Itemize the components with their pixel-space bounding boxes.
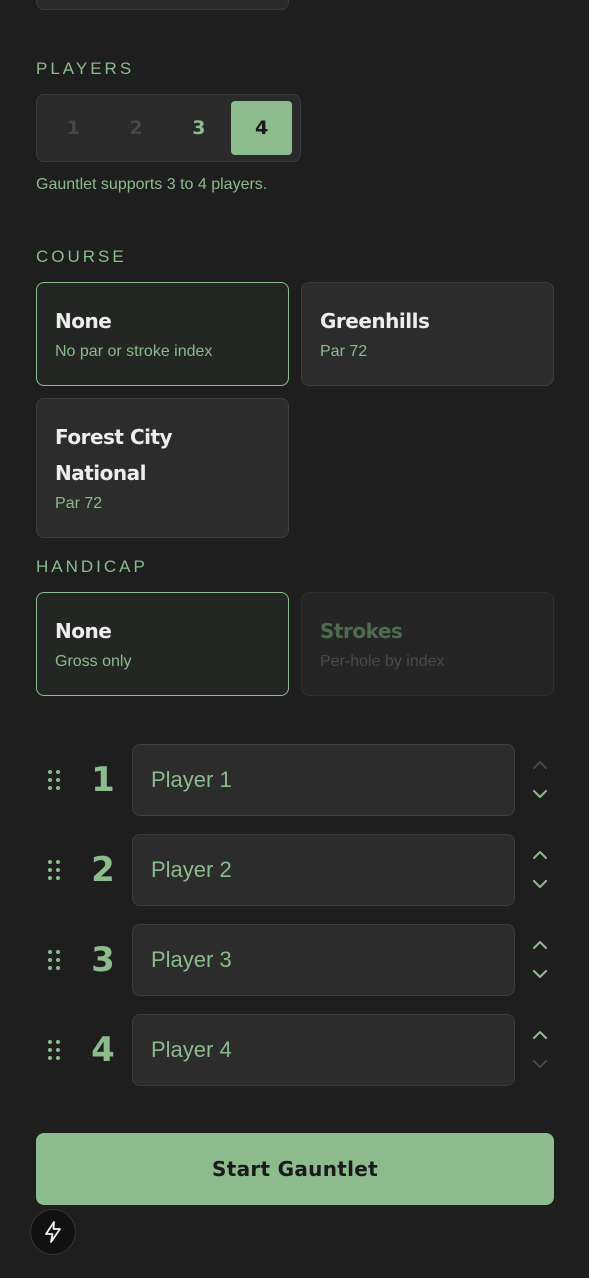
lightning-bolt-icon[interactable] — [30, 1209, 76, 1255]
player-name-input-4[interactable] — [132, 1014, 515, 1086]
handicap-option-subtitle: Per-hole by index — [320, 653, 445, 670]
chevron-down-icon[interactable] — [530, 786, 550, 802]
chevron-down-icon[interactable] — [530, 876, 550, 892]
course-option-title: Greenhills — [320, 309, 430, 333]
grip-dots-icon[interactable] — [48, 1040, 60, 1060]
chevron-down-icon[interactable] — [530, 1056, 550, 1072]
course-option-title-line2: National — [55, 461, 146, 485]
course-option-subtitle: Par 72 — [320, 343, 368, 360]
player-row-4: 4 — [36, 1014, 554, 1086]
previous-field-edge — [36, 0, 289, 10]
course-option-subtitle: Par 72 — [55, 495, 103, 512]
chevron-up-icon[interactable] — [530, 756, 550, 772]
player-count-selector: 1 2 3 4 — [36, 94, 301, 162]
start-gauntlet-button[interactable]: Start Gauntlet — [36, 1133, 554, 1205]
player-count-3[interactable]: 3 — [169, 101, 230, 155]
player-number: 1 — [91, 760, 115, 800]
grip-dots-icon[interactable] — [48, 950, 60, 970]
player-number: 2 — [91, 850, 115, 890]
course-option-title: None — [55, 309, 112, 333]
player-name-input-3[interactable] — [132, 924, 515, 996]
player-number: 4 — [91, 1030, 115, 1070]
chevron-up-icon[interactable] — [530, 936, 550, 952]
player-row-2: 2 — [36, 834, 554, 906]
player-number: 3 — [91, 940, 115, 980]
handicap-option-title: Strokes — [320, 619, 403, 643]
player-row-1: 1 — [36, 744, 554, 816]
players-hint: Gauntlet supports 3 to 4 players. — [36, 176, 268, 193]
course-option-forest-city-national[interactable]: Forest City National Par 72 — [36, 398, 289, 538]
handicap-label: HANDICAP — [36, 557, 148, 576]
player-count-2[interactable]: 2 — [106, 101, 167, 155]
course-label: COURSE — [36, 247, 127, 266]
player-count-4[interactable]: 4 — [231, 101, 292, 155]
chevron-up-icon[interactable] — [530, 1026, 550, 1042]
grip-dots-icon[interactable] — [48, 770, 60, 790]
handicap-option-strokes[interactable]: Strokes Per-hole by index — [301, 592, 554, 696]
player-name-input-2[interactable] — [132, 834, 515, 906]
handicap-option-title: None — [55, 619, 112, 643]
handicap-option-subtitle: Gross only — [55, 653, 132, 670]
player-count-1[interactable]: 1 — [43, 101, 104, 155]
handicap-option-none[interactable]: None Gross only — [36, 592, 289, 696]
player-row-3: 3 — [36, 924, 554, 996]
course-option-greenhills[interactable]: Greenhills Par 72 — [301, 282, 554, 386]
course-option-title-line1: Forest City — [55, 425, 173, 449]
player-name-input-1[interactable] — [132, 744, 515, 816]
players-label: PLAYERS — [36, 59, 135, 78]
setup-screen: PLAYERS 1 2 3 4 Gauntlet supports 3 to 4… — [0, 0, 589, 1278]
course-option-subtitle: No par or stroke index — [55, 343, 213, 360]
chevron-down-icon[interactable] — [530, 966, 550, 982]
grip-dots-icon[interactable] — [48, 860, 60, 880]
course-option-none[interactable]: None No par or stroke index — [36, 282, 289, 386]
chevron-up-icon[interactable] — [530, 846, 550, 862]
